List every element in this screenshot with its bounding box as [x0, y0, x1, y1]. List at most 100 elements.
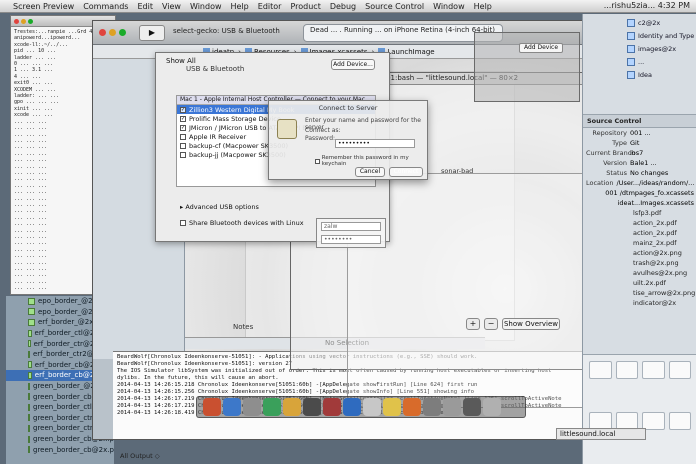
- dock-app-icon[interactable]: [243, 398, 261, 416]
- dock-app-icon[interactable]: [463, 398, 481, 416]
- menu-item-window[interactable]: Window: [190, 2, 222, 11]
- library-tile[interactable]: [642, 411, 665, 430]
- field-value[interactable]: No changes: [630, 169, 668, 177]
- field-key: Status: [606, 169, 627, 177]
- menu-item-source-control[interactable]: Source Control: [365, 2, 424, 11]
- field-value[interactable]: ideat...Images.xcassets: [618, 199, 694, 207]
- library-tile[interactable]: [615, 361, 638, 379]
- close-icon[interactable]: [14, 19, 19, 24]
- device-checkbox[interactable]: [180, 133, 186, 140]
- window-controls: [14, 19, 33, 24]
- dock-app-icon[interactable]: [403, 398, 421, 416]
- minimize-icon[interactable]: [109, 29, 116, 36]
- device-checkbox[interactable]: [180, 142, 186, 149]
- asset-file-row[interactable]: action_2x.pdf: [583, 218, 696, 228]
- inspector-file-row[interactable]: Idea: [583, 68, 696, 81]
- server-lock-icon: [277, 119, 297, 139]
- device-checkbox[interactable]: ✓: [180, 124, 186, 131]
- asset-file-name: uilt.2x.pdf: [633, 279, 666, 287]
- menu-item-help-2[interactable]: Help: [474, 2, 492, 11]
- scheme-selector[interactable]: select-gecko: USB & Bluetooth: [173, 27, 280, 35]
- asset-file-row[interactable]: mainz_2x.pdf: [583, 238, 696, 248]
- library-tile[interactable]: [589, 411, 612, 430]
- add-device-button[interactable]: Add Device...: [331, 59, 375, 70]
- share-bluetooth-option[interactable]: Share Bluetooth devices with Linux: [180, 219, 304, 227]
- field-value[interactable]: ios7: [630, 149, 643, 157]
- dock-app-icon[interactable]: [363, 398, 381, 416]
- zoom-out-button[interactable]: −: [484, 318, 498, 330]
- dock-app-icon[interactable]: [203, 398, 221, 416]
- device-checkbox[interactable]: [180, 151, 186, 158]
- show-overview-button[interactable]: Show Overview: [502, 318, 560, 330]
- close-icon[interactable]: [99, 29, 106, 36]
- asset-file-row[interactable]: action@2x.png: [583, 248, 696, 258]
- menu-item-edit[interactable]: Edit: [137, 2, 153, 11]
- password-mini-field[interactable]: ••••••••: [321, 235, 381, 244]
- zoom-in-button[interactable]: +: [466, 318, 480, 330]
- advanced-usb-toggle[interactable]: ▸ Advanced USB options: [180, 203, 259, 211]
- menu-item-window-2[interactable]: Window: [433, 2, 465, 11]
- inspector-file-row[interactable]: Identity and Type: [583, 29, 696, 42]
- asset-file-row[interactable]: avulhes@2x.png: [583, 268, 696, 278]
- field-value[interactable]: 001 /dtmpages_fo.xcassets: [605, 189, 694, 197]
- inspector-field: ideat...Images.xcassets: [583, 198, 696, 208]
- run-button[interactable]: ▶: [139, 25, 165, 41]
- share-bluetooth-checkbox[interactable]: [180, 220, 186, 226]
- png-file-icon: [28, 318, 35, 326]
- device-checkbox[interactable]: ✓: [180, 115, 186, 122]
- field-value[interactable]: Git: [630, 139, 639, 147]
- library-tile[interactable]: [615, 411, 638, 430]
- menu-item-editor[interactable]: Editor: [258, 2, 282, 11]
- file-row[interactable]: green_border_cb@2x.png: [6, 444, 114, 455]
- dock-app-icon[interactable]: [303, 398, 321, 416]
- username-field[interactable]: zalw: [321, 222, 381, 231]
- dock-app-icon[interactable]: [263, 398, 281, 416]
- field-value[interactable]: /User.../ideas/random/...: [617, 179, 695, 187]
- asset-file-row[interactable]: lsfp3.pdf: [583, 208, 696, 218]
- device-checkbox[interactable]: ✓: [180, 106, 186, 113]
- device-label: Apple IR Receiver: [189, 132, 247, 141]
- asset-file-row[interactable]: uilt.2x.pdf: [583, 278, 696, 288]
- inspector-file-row[interactable]: ...: [583, 55, 696, 68]
- source-control-inspector: Source Control Repository 001 ... Type Git C…: [583, 114, 696, 308]
- add-device-overlay-button[interactable]: Add Device: [519, 43, 563, 53]
- asset-file-row[interactable]: action_2x.pdf: [583, 228, 696, 238]
- menu-item-screen-preview[interactable]: Screen Preview: [13, 2, 74, 11]
- menu-item-view[interactable]: View: [162, 2, 181, 11]
- output-filter-select[interactable]: All Output ◇: [120, 452, 160, 460]
- asset-file-row[interactable]: trash@2x.png: [583, 258, 696, 268]
- object-library[interactable]: [583, 354, 696, 464]
- inspector-file-row[interactable]: images@2x: [583, 42, 696, 55]
- dock-app-icon[interactable]: [483, 398, 501, 416]
- zoom-icon[interactable]: [119, 29, 126, 36]
- dock-app-icon[interactable]: [443, 398, 461, 416]
- dock-app-icon[interactable]: [223, 398, 241, 416]
- dock-app-icon[interactable]: [283, 398, 301, 416]
- login-mini-window: zalw ••••••••: [316, 218, 386, 248]
- cancel-button[interactable]: Cancel: [355, 167, 385, 177]
- menu-item-debug[interactable]: Debug: [330, 2, 356, 11]
- menu-item-commands[interactable]: Commands: [83, 2, 128, 11]
- library-tile[interactable]: [668, 411, 691, 430]
- dock-app-icon[interactable]: [383, 398, 401, 416]
- asset-file-row[interactable]: tise_arrow@2x.png: [583, 288, 696, 298]
- menu-item-product[interactable]: Product: [290, 2, 320, 11]
- menu-bar-status[interactable]: ...rishu5zia... 4:32 PM: [604, 1, 690, 10]
- remember-checkbox[interactable]: [315, 158, 320, 164]
- menu-item-help[interactable]: Help: [231, 2, 249, 11]
- library-tile[interactable]: [668, 361, 691, 379]
- password-field[interactable]: •••••••••: [335, 139, 415, 148]
- field-value[interactable]: 001 ...: [630, 129, 651, 137]
- zoom-icon[interactable]: [28, 19, 33, 24]
- dock-app-icon[interactable]: [423, 398, 441, 416]
- library-tile[interactable]: [589, 361, 612, 379]
- library-tile[interactable]: [642, 361, 665, 379]
- dock-app-icon[interactable]: [323, 398, 341, 416]
- asset-file-row[interactable]: indicator@2x: [583, 298, 696, 308]
- remember-password-option[interactable]: Remember this password in my keychain: [315, 155, 427, 167]
- inspector-file-row[interactable]: c2@2x: [583, 16, 696, 29]
- connect-button[interactable]: Connect: [389, 167, 423, 177]
- dock-app-icon[interactable]: [343, 398, 361, 416]
- field-value[interactable]: Bale1 ...: [630, 159, 657, 167]
- minimize-icon[interactable]: [21, 19, 26, 24]
